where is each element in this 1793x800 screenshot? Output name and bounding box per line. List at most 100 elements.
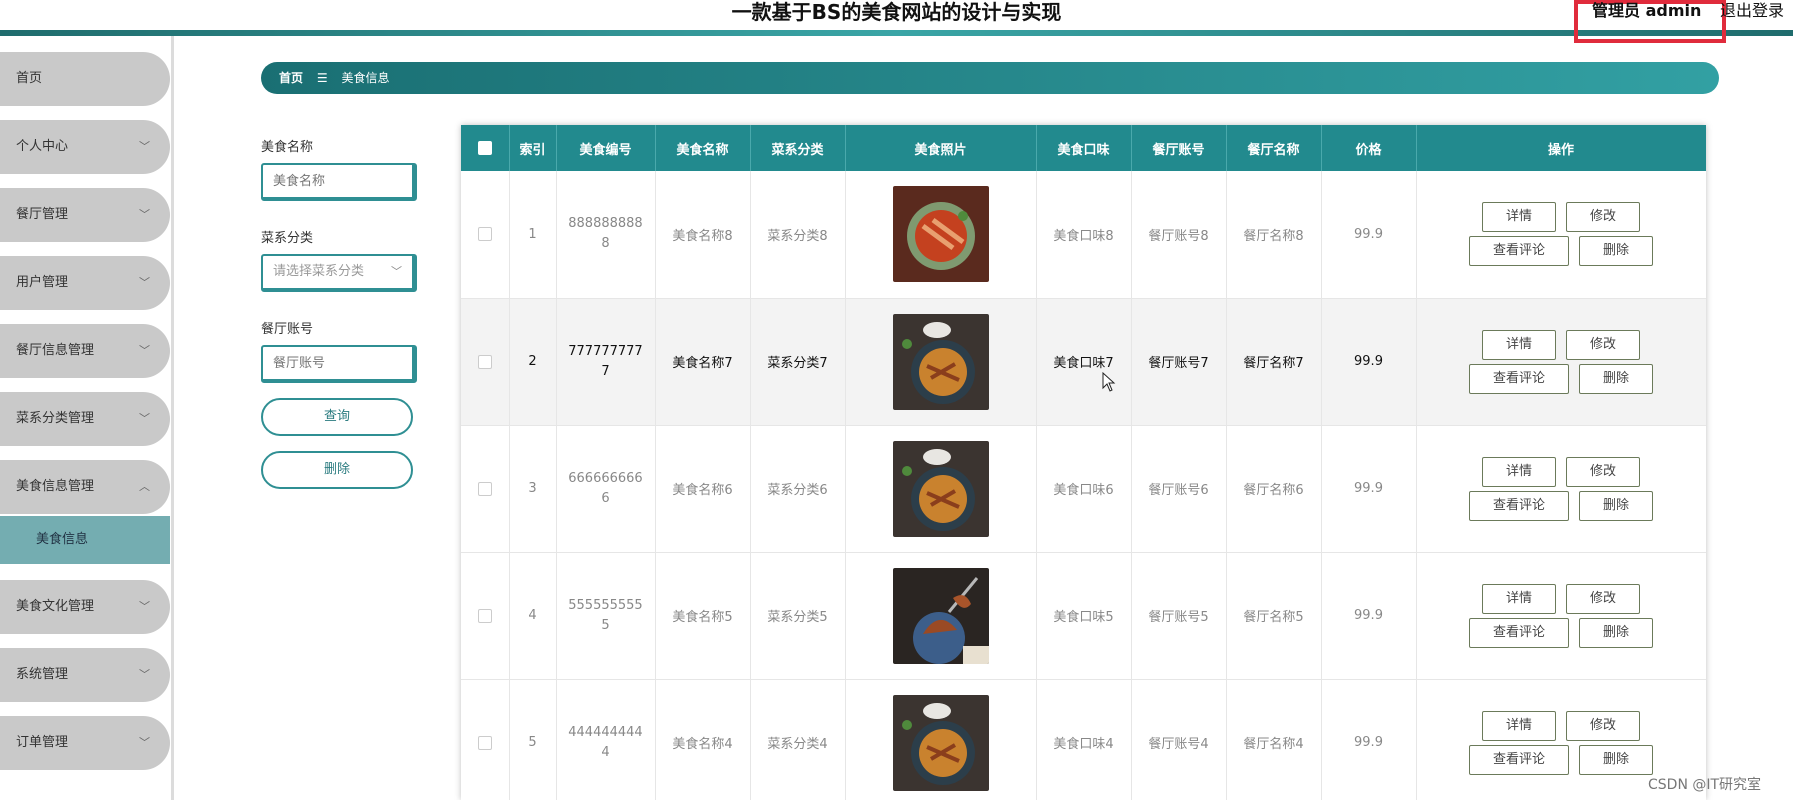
chevron-down-icon: ﹀: [139, 600, 150, 613]
view-comments-button[interactable]: 查看评论: [1469, 744, 1569, 775]
batch-delete-button[interactable]: 删除: [261, 451, 413, 489]
row-checkbox[interactable]: [477, 354, 492, 369]
sidebar-item-orders[interactable]: 订单管理 ﹀: [0, 716, 170, 770]
sidebar-item-restaurant-info[interactable]: 餐厅信息管理 ﹀: [0, 324, 170, 378]
cell-taste: 美食口味8: [1036, 171, 1132, 299]
sidebar-item-label: 美食文化管理: [16, 599, 95, 614]
food-photo-dish[interactable]: [892, 440, 989, 537]
cell-photo: [845, 425, 1037, 553]
sidebar-item-food-culture[interactable]: 美食文化管理 ﹀: [0, 580, 170, 634]
cell-name: 美食名称6: [655, 425, 751, 553]
view-comments-button[interactable]: 查看评论: [1469, 490, 1569, 521]
sidebar-item-label: 餐厅信息管理: [16, 343, 95, 358]
page-title: 一款基于BS的美食网站的设计与实现: [731, 0, 1062, 24]
logout-link[interactable]: 退出登录: [1720, 0, 1784, 22]
delete-button[interactable]: 删除: [1579, 363, 1653, 394]
cell-actions: 详情 修改 查看评论 删除: [1416, 552, 1706, 680]
food-name-input[interactable]: [261, 163, 417, 201]
query-button[interactable]: 查询: [261, 398, 413, 436]
sidebar-item-label: 系统管理: [16, 667, 69, 682]
edit-button[interactable]: 修改: [1566, 710, 1640, 741]
mouse-cursor-icon: [1102, 372, 1116, 392]
detail-button[interactable]: 详情: [1482, 202, 1556, 233]
sidebar-item-profile[interactable]: 个人中心 ﹀: [0, 120, 170, 174]
cell-index: 2: [509, 298, 557, 426]
edit-button[interactable]: 修改: [1566, 329, 1640, 360]
sidebar-item-label: 美食信息管理: [16, 479, 95, 494]
cell-category: 菜系分类4: [750, 679, 846, 800]
food-photo-dish[interactable]: [892, 313, 989, 410]
sidebar-item-restaurant[interactable]: 餐厅管理 ﹀: [0, 188, 170, 242]
cell-actions: 详情 修改 查看评论 删除: [1416, 171, 1706, 299]
view-comments-button[interactable]: 查看评论: [1469, 236, 1569, 267]
food-photo-dish[interactable]: [892, 694, 989, 791]
chevron-down-icon: ﹀: [139, 736, 150, 749]
cell-restaurant: 餐厅名称7: [1226, 298, 1322, 426]
food-photo-meat[interactable]: [892, 567, 989, 664]
col-header-code: 美食编号: [556, 125, 656, 171]
cell-photo: [845, 552, 1037, 680]
chevron-down-icon: ﹀: [139, 276, 150, 289]
sidebar-item-label: 用户管理: [16, 275, 69, 290]
cell-taste: 美食口味7: [1036, 298, 1132, 426]
sidebar-item-system[interactable]: 系统管理 ﹀: [0, 648, 170, 702]
cell-taste: 美食口味6: [1036, 425, 1132, 553]
chevron-down-icon: ﹀: [139, 668, 150, 681]
cell-account: 餐厅账号7: [1131, 298, 1227, 426]
edit-button[interactable]: 修改: [1566, 456, 1640, 487]
view-comments-button[interactable]: 查看评论: [1469, 617, 1569, 648]
chevron-up-icon: ︿: [139, 480, 150, 493]
cell-restaurant: 餐厅名称5: [1226, 552, 1322, 680]
breadcrumb-home[interactable]: 首页: [279, 71, 303, 85]
cell-code: 6666666666: [568, 470, 643, 506]
cell-name: 美食名称8: [655, 171, 751, 299]
detail-button[interactable]: 详情: [1482, 583, 1556, 614]
sidebar-item-food-info[interactable]: 美食信息管理 ︿: [0, 460, 170, 514]
col-header-category: 菜系分类: [750, 125, 846, 171]
select-all-checkbox[interactable]: [477, 141, 492, 155]
header-accent-bar: [0, 30, 1793, 36]
detail-button[interactable]: 详情: [1482, 329, 1556, 360]
row-checkbox[interactable]: [477, 481, 492, 496]
top-header: 一款基于BS的美食网站的设计与实现: [0, 0, 1793, 36]
cell-actions: 详情 修改 查看评论 删除: [1416, 425, 1706, 553]
row-checkbox[interactable]: [477, 227, 492, 242]
edit-button[interactable]: 修改: [1566, 202, 1640, 233]
delete-button[interactable]: 删除: [1579, 744, 1653, 775]
cell-taste: 美食口味4: [1036, 679, 1132, 800]
view-comments-button[interactable]: 查看评论: [1469, 363, 1569, 394]
cell-account: 餐厅账号8: [1131, 171, 1227, 299]
chevron-down-icon: ﹀: [139, 412, 150, 425]
cuisine-category-select[interactable]: 请选择菜系分类 ﹀: [261, 254, 417, 292]
delete-button[interactable]: 删除: [1579, 490, 1653, 521]
detail-button[interactable]: 详情: [1482, 456, 1556, 487]
col-header-name: 美食名称: [655, 125, 751, 171]
delete-button[interactable]: 删除: [1579, 617, 1653, 648]
row-checkbox[interactable]: [477, 608, 492, 623]
delete-button[interactable]: 删除: [1579, 236, 1653, 267]
sidebar-subitem-label: 美食信息: [36, 532, 89, 547]
col-header-taste: 美食口味: [1036, 125, 1132, 171]
sidebar-subitem-food-info[interactable]: 美食信息: [0, 516, 170, 564]
row-checkbox[interactable]: [477, 735, 492, 750]
filter-name-label: 美食名称: [261, 140, 314, 155]
cell-code: 7777777777: [568, 343, 643, 379]
filter-category-label: 菜系分类: [261, 231, 314, 246]
cell-index: 3: [509, 425, 557, 553]
sidebar-item-home[interactable]: 首页: [0, 52, 170, 106]
cell-photo: [845, 298, 1037, 426]
sidebar-item-users[interactable]: 用户管理 ﹀: [0, 256, 170, 310]
cell-category: 菜系分类8: [750, 171, 846, 299]
cell-price: 99.9: [1321, 552, 1417, 680]
chevron-down-icon: ﹀: [139, 140, 150, 153]
sidebar: 首页 个人中心 ﹀ 餐厅管理 ﹀ 用户管理 ﹀ 餐厅信息管理 ﹀ 菜系分类管理 ﹀ 美食信…: [0, 36, 174, 800]
food-photo-shrimp[interactable]: [892, 186, 989, 283]
detail-button[interactable]: 详情: [1482, 710, 1556, 741]
table-row: 4 5555555555 美食名称5 菜系分类5 美食口味5 餐厅账号5 餐厅名…: [461, 552, 1706, 680]
cell-code-wrap: 4444444444: [556, 679, 656, 800]
edit-button[interactable]: 修改: [1566, 583, 1640, 614]
table-row: 5 4444444444 美食名称4 菜系分类4 美食口味4 餐厅账号4 餐厅名…: [461, 679, 1706, 800]
cell-category: 菜系分类7: [750, 298, 846, 426]
restaurant-account-input[interactable]: [261, 345, 417, 383]
sidebar-item-cuisine-category[interactable]: 菜系分类管理 ﹀: [0, 392, 170, 446]
